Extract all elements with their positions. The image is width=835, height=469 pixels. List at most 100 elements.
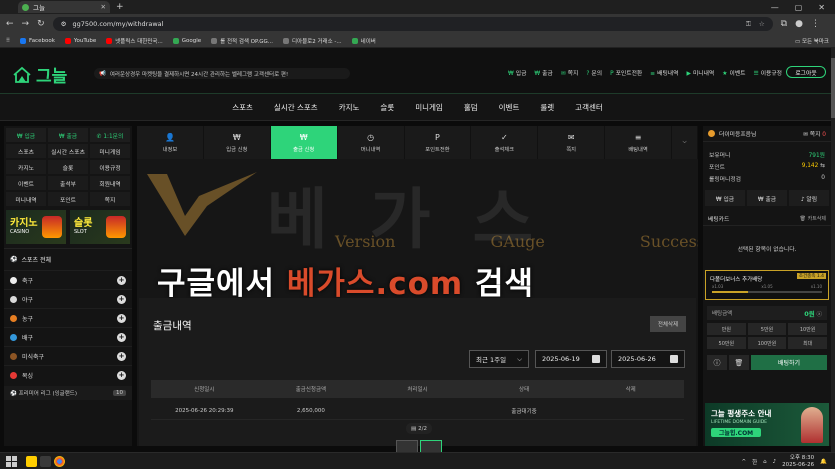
nav-item[interactable]: 실시간 스포츠 [274,102,318,113]
scrollbar-thumb[interactable] [831,58,835,118]
expand-plus-icon[interactable]: + [117,294,126,304]
expand-plus-icon[interactable]: + [117,275,126,285]
sidebar-menu-item[interactable]: 포인트 [48,192,88,206]
tab-7[interactable]: ≡ 배팅내역 [605,126,672,159]
league-item[interactable]: ⚽ 프리미어 리그 (잉글랜드) 10 [4,386,132,400]
nav-item[interactable]: 슬롯 [380,102,394,113]
tray-chevron-icon[interactable]: ^ [741,459,746,465]
bookmark-item[interactable]: Google [172,37,201,45]
game-banner[interactable]: 카지노 CASINO [6,210,66,244]
wallet-button[interactable]: ₩ 입금 [705,190,745,206]
expand-plus-icon[interactable]: + [117,313,126,323]
game-banner[interactable]: 슬롯 SLOT [70,210,130,244]
url-bar[interactable]: ⚙ gg7500.com/my/withdrawal ⚿ ☆ [52,17,773,31]
header-menu-item[interactable]: ▶ 미니내역 [686,68,714,77]
start-icon[interactable] [6,456,17,467]
back-icon[interactable]: ← [6,19,14,29]
sport-item[interactable]: 배구 + [4,327,132,346]
clear-cart-button[interactable]: 🗑 카트삭제 [800,215,826,222]
header-menu-item[interactable]: P 포인트전환 [610,68,642,77]
bookmark-item[interactable]: 넷플릭스 대한민국... [106,37,163,45]
nav-item[interactable]: 홀덤 [464,102,478,113]
quick-amount-button[interactable]: 50만원 [707,337,746,349]
date-to-field[interactable]: 2025-06-26 [611,350,685,368]
quick-link[interactable]: ₩ 입금 [6,128,46,142]
site-info-icon[interactable]: ⚙ [61,20,67,28]
forward-icon[interactable]: → [22,19,30,29]
bet-amount-field[interactable]: 배팅금액 0원 ⓧ [707,306,827,320]
minimize-icon[interactable]: — [771,3,779,12]
date-from-field[interactable]: 2025-06-19 [535,350,607,368]
nav-item[interactable]: 스포츠 [232,102,253,113]
sidebar-menu-item[interactable]: 쪽지 [90,192,130,206]
sports-all-header[interactable]: ⚽ 스포츠 전체 [4,248,132,270]
browser-tab[interactable]: 그늘 ✕ [18,1,110,13]
network-icon[interactable]: ⌂ [763,459,767,465]
nav-item[interactable]: 카지노 [339,102,360,113]
nav-item[interactable]: 이벤트 [499,102,520,113]
bookmark-item[interactable]: 네이버 [351,37,376,45]
bookmark-item[interactable]: YouTube [64,37,96,45]
sidebar-menu-item[interactable]: 미니내역 [6,192,46,206]
wallet-button[interactable]: ₩ 출금 [747,190,787,206]
sidebar-menu-item[interactable]: 스포츠 [6,144,46,158]
sidebar-menu-item[interactable]: 실시간 스포츠 [48,144,88,158]
quick-link[interactable]: ₩ 출금 [48,128,88,142]
chrome-icon[interactable] [54,456,65,467]
nav-item[interactable]: 고객센터 [575,102,603,113]
profile-icon[interactable]: ● [795,19,803,29]
sport-item[interactable]: 미식축구 + [4,346,132,365]
notification-icon[interactable]: 🔔 [820,459,827,465]
header-menu-item[interactable]: ★ 이벤트 [722,68,745,77]
header-menu-item[interactable]: ₩ 출금 [534,68,552,77]
tab-5[interactable]: ✓ 출석체크 [471,126,539,159]
sport-item[interactable]: 야구 + [4,289,132,308]
tab-3[interactable]: ◷ 머니내역 [338,126,405,159]
wallet-button[interactable]: ♪ 알림 [789,190,829,206]
quick-amount-button[interactable]: 100만원 [747,337,787,349]
volume-icon[interactable]: ♪ [773,459,777,465]
new-tab-icon[interactable]: + [116,2,124,12]
tab-0[interactable]: 👤 내정보 [137,126,204,159]
quick-amount-button[interactable]: 5만원 [747,323,787,335]
bookmark-item[interactable]: Facebook [20,37,55,45]
sport-item[interactable]: 축구 + [4,270,132,289]
extensions-icon[interactable]: ⧉ [781,19,787,29]
clear-icon[interactable]: ⓧ [816,312,822,318]
apps-grid-icon[interactable]: ⠿ [6,38,10,44]
sport-item[interactable]: 농구 + [4,308,132,327]
expand-plus-icon[interactable]: + [117,332,126,342]
key-icon[interactable]: ⚿ [746,20,751,29]
sport-item[interactable]: 복싱 + [4,365,132,384]
tabs-more-chevron-icon[interactable]: ⌵ [672,126,698,159]
file-explorer-icon[interactable] [40,456,51,467]
quick-amount-button[interactable]: 최대 [788,337,827,349]
place-bet-button[interactable]: 배팅하기 [751,355,827,370]
sidebar-menu-item[interactable]: 이용규정 [90,160,130,174]
tab-1[interactable]: ₩ 입금 신청 [204,126,271,159]
sidebar-menu-item[interactable]: 슬롯 [48,160,88,174]
sidebar-menu-item[interactable]: 미니게임 [90,144,130,158]
quick-amount-button[interactable]: 10만원 [788,323,827,335]
bookmark-item[interactable]: 롤 전적 검색 OP.GG... [211,37,273,45]
all-bookmarks[interactable]: ▭ 모든 북마크 [795,37,829,45]
header-menu-item[interactable]: ✉ 쪽지 [561,68,579,77]
period-select[interactable]: 최근 1주일 ⌵ [469,350,529,368]
logout-button[interactable]: 로그아웃 [786,66,826,78]
tab-6[interactable]: ✉ 쪽지 [538,126,606,159]
expand-plus-icon[interactable]: + [117,370,126,380]
header-menu-item[interactable]: ≡ 배팅내역 [650,68,678,77]
sidebar-menu-item[interactable]: 이벤트 [6,176,46,190]
header-menu-item[interactable]: ₩ 입금 [508,68,526,77]
sidebar-menu-item[interactable]: 회원내역 [90,176,130,190]
tab-2[interactable]: ₩ 출금 신청 [270,126,338,159]
sidebar-menu-item[interactable]: 출석부 [48,176,88,190]
message-link[interactable]: ✉ 쪽지 0 [803,129,826,138]
kakaotalk-icon[interactable] [26,456,37,467]
close-tab-icon[interactable]: ✕ [101,3,106,11]
nav-item[interactable]: 미니게임 [415,102,443,113]
page-scrollbar[interactable] [831,48,835,452]
close-window-icon[interactable]: ✕ [818,3,825,12]
bookmark-item[interactable]: 디아블로2 거래소 -... [283,37,342,45]
page-indicator[interactable]: ▤ 2/2 [406,423,432,434]
